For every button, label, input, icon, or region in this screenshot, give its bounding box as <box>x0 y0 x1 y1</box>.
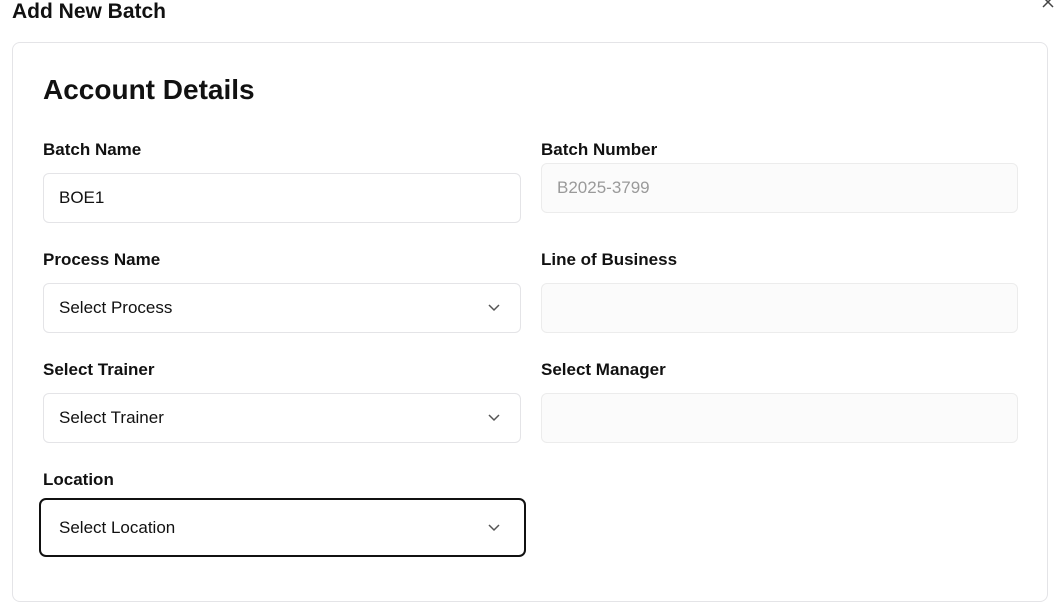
batch-number-placeholder: B2025-3799 <box>557 178 650 197</box>
batch-number-input: B2025-3799 <box>541 163 1018 213</box>
process-name-label: Process Name <box>43 250 161 269</box>
trainer-select[interactable]: Select Trainer <box>43 393 521 443</box>
location-value: Select Location <box>59 517 176 537</box>
location-label: Location <box>43 470 114 489</box>
chevron-down-icon <box>488 414 500 422</box>
dialog-title: Add New Batch <box>12 0 167 23</box>
section-title: Account Details <box>43 74 255 105</box>
manager-input <box>541 393 1018 443</box>
trainer-label: Select Trainer <box>43 360 155 379</box>
chevron-down-icon <box>488 304 500 312</box>
trainer-value: Select Trainer <box>59 408 164 427</box>
process-name-select[interactable]: Select Process <box>43 283 521 333</box>
batch-name-input[interactable]: BOE1 <box>43 173 521 223</box>
process-name-value: Select Process <box>59 298 173 317</box>
location-select[interactable]: Select Location <box>39 498 526 557</box>
close-icon <box>1042 0 1054 8</box>
chevron-down-icon <box>488 523 500 531</box>
manager-label: Select Manager <box>541 360 666 379</box>
batch-name-label: Batch Name <box>43 140 142 159</box>
batch-name-value: BOE1 <box>59 188 105 207</box>
batch-number-label: Batch Number <box>541 140 658 159</box>
line-of-business-input <box>541 283 1018 333</box>
close-button[interactable] <box>1040 0 1056 8</box>
line-of-business-label: Line of Business <box>541 250 678 269</box>
